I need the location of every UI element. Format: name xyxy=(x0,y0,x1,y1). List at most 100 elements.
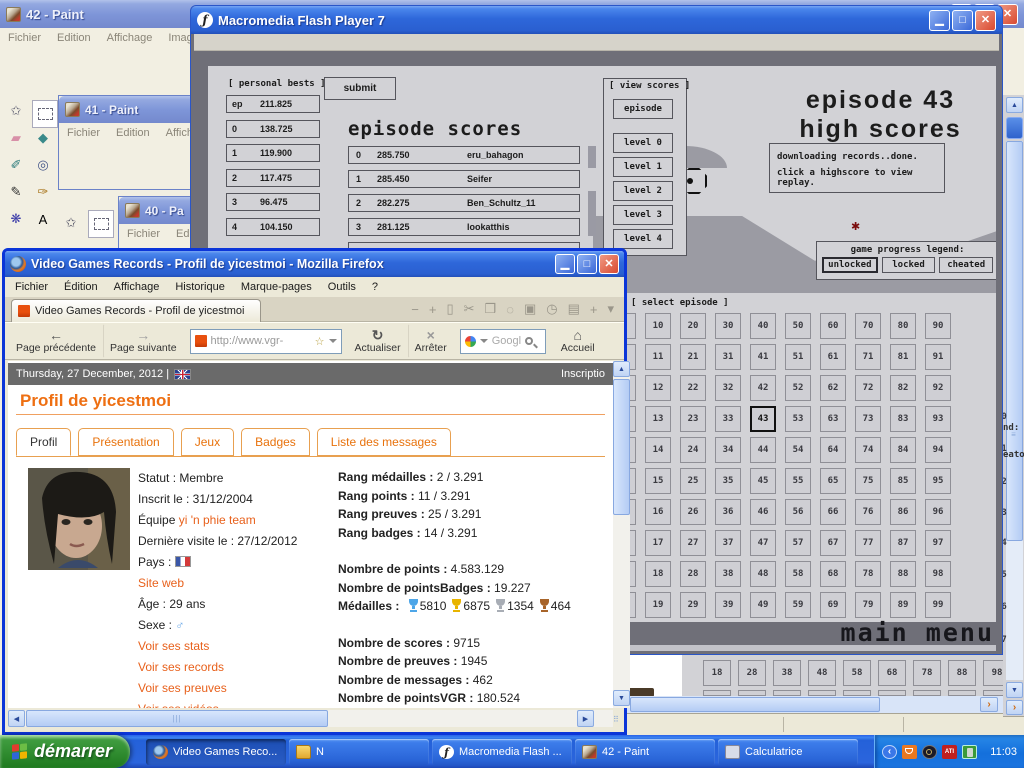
episode-cell-70[interactable]: 70 xyxy=(855,313,881,339)
v-scroll-up-button[interactable]: ▲ xyxy=(613,361,630,377)
episode-cell-94[interactable]: 94 xyxy=(925,437,951,463)
fill-icon[interactable]: ◆ xyxy=(32,127,54,149)
score-scrollbar[interactable] xyxy=(588,146,596,256)
brush-icon[interactable]: ✑ xyxy=(32,181,54,203)
paste-icon[interactable]: ▯ xyxy=(446,301,453,317)
episode-cell-12[interactable]: 12 xyxy=(645,375,671,401)
menu-item-fichier[interactable]: Fichier xyxy=(8,32,41,44)
episode-cell-30[interactable]: 30 xyxy=(715,313,741,339)
episode-cell-40[interactable]: 40 xyxy=(750,313,776,339)
episode-cell-68[interactable]: 68 xyxy=(820,561,846,587)
episode-cell-10[interactable]: 10 xyxy=(645,313,671,339)
episode-cell-32[interactable]: 32 xyxy=(715,375,741,401)
menu-item-?[interactable]: ? xyxy=(372,281,378,293)
h-scroll-right-button[interactable]: ▶ xyxy=(577,710,594,727)
plus-icon[interactable]: + xyxy=(429,302,437,317)
episode-cell-50[interactable]: 50 xyxy=(785,313,811,339)
episode-cell-49[interactable]: 49 xyxy=(750,592,776,618)
search-tray-icon[interactable] xyxy=(922,745,937,759)
episode-cell-38[interactable]: 38 xyxy=(773,660,801,686)
episode-cell-72[interactable]: 72 xyxy=(855,375,881,401)
magnifier-icon[interactable] xyxy=(525,337,533,345)
h-scrollbar-thumb[interactable] xyxy=(630,697,880,712)
episode-cell-34[interactable]: 34 xyxy=(715,437,741,463)
menu-item-marque-pages[interactable]: Marque-pages xyxy=(241,281,312,293)
episode-cell-16[interactable]: 16 xyxy=(645,499,671,525)
menu-item-fichier[interactable]: Fichier xyxy=(67,127,100,139)
tab-jeux[interactable]: Jeux xyxy=(181,428,234,456)
episode-cell-43[interactable]: 43 xyxy=(750,406,776,432)
link-voir-ses-preuves[interactable]: Voir ses preuves xyxy=(138,678,297,699)
firefox-titlebar[interactable]: Video Games Records - Profil de yicestmo… xyxy=(5,251,624,277)
episode-cell-64[interactable]: 64 xyxy=(820,437,846,463)
bookmark-star-icon[interactable]: ☆ xyxy=(315,335,325,348)
episode-cell-74[interactable]: 74 xyxy=(855,437,881,463)
personal-best-row[interactable]: 396.475 xyxy=(226,193,320,211)
episode-cell-88[interactable]: 88 xyxy=(948,660,976,686)
taskbar-button-macromedia-flash-[interactable]: ƒMacromedia Flash ... xyxy=(432,739,572,765)
start-button[interactable]: démarrer xyxy=(0,735,130,768)
episode-cell-54[interactable]: 54 xyxy=(785,437,811,463)
menu-item-edition[interactable]: Edition xyxy=(57,32,91,44)
episode-cell-24[interactable]: 24 xyxy=(680,437,706,463)
tab-liste-des-messages[interactable]: Liste des messages xyxy=(317,428,451,456)
episode-cell-52[interactable]: 52 xyxy=(785,375,811,401)
episode-cell-98[interactable]: 98 xyxy=(925,561,951,587)
episode-cell-48[interactable]: 48 xyxy=(750,561,776,587)
episode-cell-33[interactable]: 33 xyxy=(715,406,741,432)
v-scroll-down-button[interactable]: ▼ xyxy=(1006,682,1023,698)
episode-cell-31[interactable]: 31 xyxy=(715,344,741,370)
episode-cell-18[interactable]: 18 xyxy=(645,561,671,587)
episode-cell-86[interactable]: 86 xyxy=(890,499,916,525)
episode-cell-63[interactable]: 63 xyxy=(820,406,846,432)
tab-profil[interactable]: Profil xyxy=(16,428,71,456)
episode-cell-13[interactable]: 13 xyxy=(645,406,671,432)
episode-cell-65[interactable]: 65 xyxy=(820,468,846,494)
episode-cell-97[interactable]: 97 xyxy=(925,530,951,556)
menu-item-fichier[interactable]: Fichier xyxy=(127,228,160,240)
episode-cell-98[interactable]: 98 xyxy=(983,660,1004,686)
episode-cell-14[interactable]: 14 xyxy=(645,437,671,463)
taskbar-button-calculatrice[interactable]: Calculatrice xyxy=(718,739,858,765)
episode-cell-78[interactable]: 78 xyxy=(913,660,941,686)
view-scores-button-level4[interactable]: level 4 xyxy=(613,229,673,249)
view-scores-button-level3[interactable]: level 3 xyxy=(613,205,673,225)
personal-best-row[interactable]: 0138.725 xyxy=(226,120,320,138)
episode-cell-48[interactable]: 48 xyxy=(808,660,836,686)
minus-icon[interactable]: − xyxy=(411,302,419,317)
v-scrollbar-thumb[interactable] xyxy=(1006,141,1023,541)
episode-cell-76[interactable]: 76 xyxy=(855,499,881,525)
episode-cell-79[interactable]: 79 xyxy=(855,592,881,618)
usb-tray-icon[interactable] xyxy=(962,745,977,759)
main-menu-label[interactable]: main menu xyxy=(734,618,994,647)
view-scores-button-episode[interactable]: episode xyxy=(613,99,673,119)
episode-cell-58[interactable]: 58 xyxy=(785,561,811,587)
episode-cell-66[interactable]: 66 xyxy=(820,499,846,525)
personal-best-row[interactable]: 2117.475 xyxy=(226,169,320,187)
menu-item--dition[interactable]: Édition xyxy=(64,281,98,293)
episode-score-row[interactable]: 0285.750eru_bahagon xyxy=(348,146,580,164)
minimize-button[interactable]: ▁ xyxy=(929,10,950,31)
episode-cell-95[interactable]: 95 xyxy=(925,468,951,494)
close-button[interactable]: ✕ xyxy=(599,254,619,274)
more-icon[interactable]: ▾ xyxy=(607,301,614,317)
episode-cell-83[interactable]: 83 xyxy=(890,406,916,432)
link-voir-ses-stats[interactable]: Voir ses stats xyxy=(138,636,297,657)
episode-cell-20[interactable]: 20 xyxy=(680,313,706,339)
episode-cell-75[interactable]: 75 xyxy=(855,468,881,494)
episode-cell-22[interactable]: 22 xyxy=(680,375,706,401)
episode-cell-55[interactable]: 55 xyxy=(785,468,811,494)
url-bar[interactable]: http://www.vgr- ☆ xyxy=(190,329,342,354)
episode-score-row[interactable]: 2282.275Ben_Schultz_11 xyxy=(348,194,580,212)
episode-score-row[interactable]: 1285.450Seifer xyxy=(348,170,580,188)
episode-cell-60[interactable]: 60 xyxy=(820,313,846,339)
personal-best-row[interactable]: 4104.150 xyxy=(226,218,320,236)
h-scrollbar-thumb[interactable]: ||| xyxy=(26,710,328,727)
eraser-icon[interactable]: ▰ xyxy=(5,127,27,149)
episode-cell-87[interactable]: 87 xyxy=(890,530,916,556)
flash-menubar[interactable] xyxy=(194,34,999,51)
episode-cell-21[interactable]: 21 xyxy=(680,344,706,370)
search-box[interactable]: Googl xyxy=(460,329,546,354)
episode-cell-46[interactable]: 46 xyxy=(750,499,776,525)
spinner-icon[interactable]: ◌ xyxy=(506,302,514,317)
